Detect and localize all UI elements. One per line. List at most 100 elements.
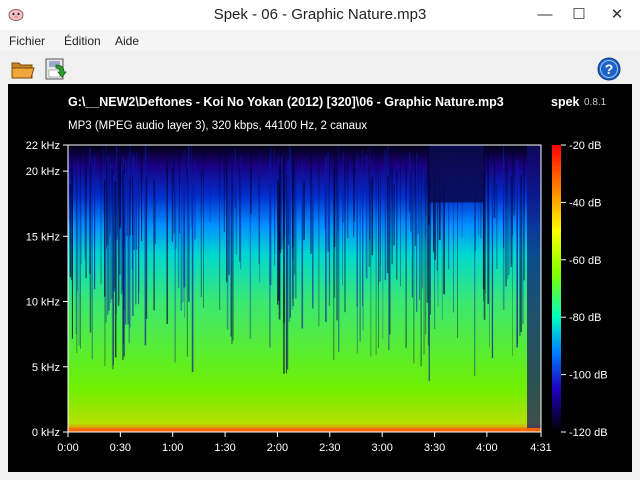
- spectrogram-streak: [100, 153, 102, 285]
- spectrogram-streak: [362, 149, 363, 306]
- spectrogram-streak: [370, 179, 372, 357]
- spectrogram-bass-band: [68, 428, 541, 432]
- spek-window: Spek - 06 - Graphic Nature.mp3 — ☐ ✕ Fic…: [0, 0, 640, 480]
- x-tick-label: 4:31: [530, 442, 551, 454]
- folder-open-icon[interactable]: [10, 56, 36, 82]
- menu-fichier[interactable]: Fichier: [9, 34, 45, 48]
- spectrogram-streak: [391, 162, 393, 265]
- spectrogram-streak: [135, 168, 137, 305]
- y-tick-label: 20 kHz: [26, 166, 60, 178]
- colorbar-tick-label: -100 dB: [569, 370, 608, 382]
- spectrogram-streak: [186, 168, 188, 357]
- spectrogram-streak: [274, 162, 276, 254]
- spectrogram-streak: [110, 164, 111, 304]
- spectrogram-streak: [232, 183, 234, 341]
- help-icon[interactable]: ?: [596, 56, 622, 82]
- spectrogram-streak: [184, 149, 186, 318]
- spectrogram-streak: [359, 171, 361, 342]
- spectrogram-streak: [422, 176, 423, 289]
- spectrogram-streak: [408, 151, 411, 212]
- toolbar: ?: [0, 53, 640, 83]
- spectrogram-streak: [452, 183, 454, 313]
- spectrogram-fadeout: [527, 145, 541, 432]
- maximize-button[interactable]: ☐: [562, 0, 596, 30]
- x-tick-label: 0:30: [110, 442, 131, 454]
- spectrogram-streak: [496, 183, 498, 269]
- spectrogram-streak: [175, 154, 177, 250]
- spectrogram-streak: [379, 173, 381, 282]
- spectrogram-streak: [239, 165, 241, 262]
- save-icon[interactable]: [42, 56, 68, 82]
- spectrogram-streak: [312, 175, 314, 309]
- spectrogram-streak: [414, 147, 416, 246]
- spectrogram-canvas: G:\__NEW2\Deftones - Koi No Yokan (2012)…: [8, 84, 632, 472]
- y-tick-label: 5 kHz: [32, 362, 60, 374]
- spectrogram-streak: [405, 164, 407, 349]
- spectrogram-streak: [69, 184, 71, 278]
- spectrogram-streak: [425, 147, 426, 237]
- spectrogram-streak: [514, 152, 516, 212]
- spectrogram-streak: [77, 158, 78, 292]
- colorbar-tick-label: -120 dB: [569, 427, 608, 439]
- spectrogram-streak: [420, 170, 422, 367]
- spectrogram-streak: [483, 152, 486, 320]
- spectrogram-streak: [89, 163, 92, 333]
- spectrogram-streak: [280, 155, 283, 250]
- spectrogram-plot-area: [68, 145, 541, 432]
- y-tick-label: 15 kHz: [26, 231, 60, 243]
- spectrogram-streak: [285, 174, 287, 374]
- colorbar-tick-label: -60 dB: [569, 255, 601, 267]
- spectrogram-streak: [371, 176, 374, 256]
- spectrogram-streak: [423, 181, 425, 355]
- spectrogram-streak: [177, 173, 180, 289]
- spectrogram-streak: [512, 179, 513, 357]
- spectrogram-streak: [523, 146, 525, 281]
- spectrogram-streak: [194, 159, 196, 240]
- spectrogram-streak: [375, 156, 377, 355]
- x-tick-label: 2:30: [319, 442, 340, 454]
- spectrogram-streak: [411, 176, 413, 298]
- menu-aide[interactable]: Aide: [115, 34, 139, 48]
- minimize-button[interactable]: —: [528, 0, 562, 30]
- spectrogram-streak: [228, 180, 230, 276]
- spectrogram-streak: [133, 154, 135, 250]
- spectrogram-streak: [85, 146, 87, 279]
- close-button[interactable]: ✕: [594, 0, 640, 30]
- spectrogram-streak: [250, 155, 252, 214]
- x-tick-label: 2:00: [267, 442, 288, 454]
- spectrogram-streak: [166, 160, 168, 324]
- spectrogram-streak: [104, 182, 106, 367]
- title-bar[interactable]: Spek - 06 - Graphic Nature.mp3 — ☐ ✕: [0, 0, 640, 30]
- x-tick-label: 0:00: [57, 442, 78, 454]
- spectrogram-streak: [287, 173, 290, 234]
- spectrogram-streak: [413, 182, 415, 364]
- colorbar-tick-label: -40 dB: [569, 197, 601, 209]
- spectrogram-streak: [400, 157, 401, 287]
- colorbar: [552, 145, 561, 432]
- spectrogram-streak: [278, 182, 280, 251]
- spectrogram-streak: [288, 145, 290, 322]
- spectrogram-streak: [123, 174, 125, 357]
- y-tick-label: 0 kHz: [32, 427, 60, 439]
- x-tick-label: 1:00: [162, 442, 183, 454]
- spectrogram-streak: [310, 155, 312, 254]
- spectrogram-streak: [417, 159, 419, 235]
- spectrogram-streak: [491, 166, 494, 359]
- menu-edition[interactable]: Édition: [64, 34, 101, 48]
- spectrogram-streak: [209, 163, 211, 223]
- spectrogram-streak: [136, 152, 138, 250]
- spectrogram-streak: [362, 182, 364, 331]
- spectrogram-streak: [327, 152, 330, 252]
- spectrogram-streak: [283, 156, 285, 323]
- spectrogram-streak: [503, 145, 505, 248]
- spectrogram-streak: [226, 184, 229, 330]
- y-tick-label: 10 kHz: [26, 297, 60, 309]
- spectrogram-streak: [294, 168, 297, 299]
- spectrogram-streak: [325, 156, 327, 322]
- spectrogram-streak: [489, 183, 490, 348]
- svg-text:?: ?: [605, 61, 614, 77]
- spectrogram-quiet-region: [429, 145, 484, 203]
- spectrogram-streak: [106, 147, 107, 249]
- colorbar-tick-label: -80 dB: [569, 312, 601, 324]
- spectrogram-streak: [231, 161, 233, 344]
